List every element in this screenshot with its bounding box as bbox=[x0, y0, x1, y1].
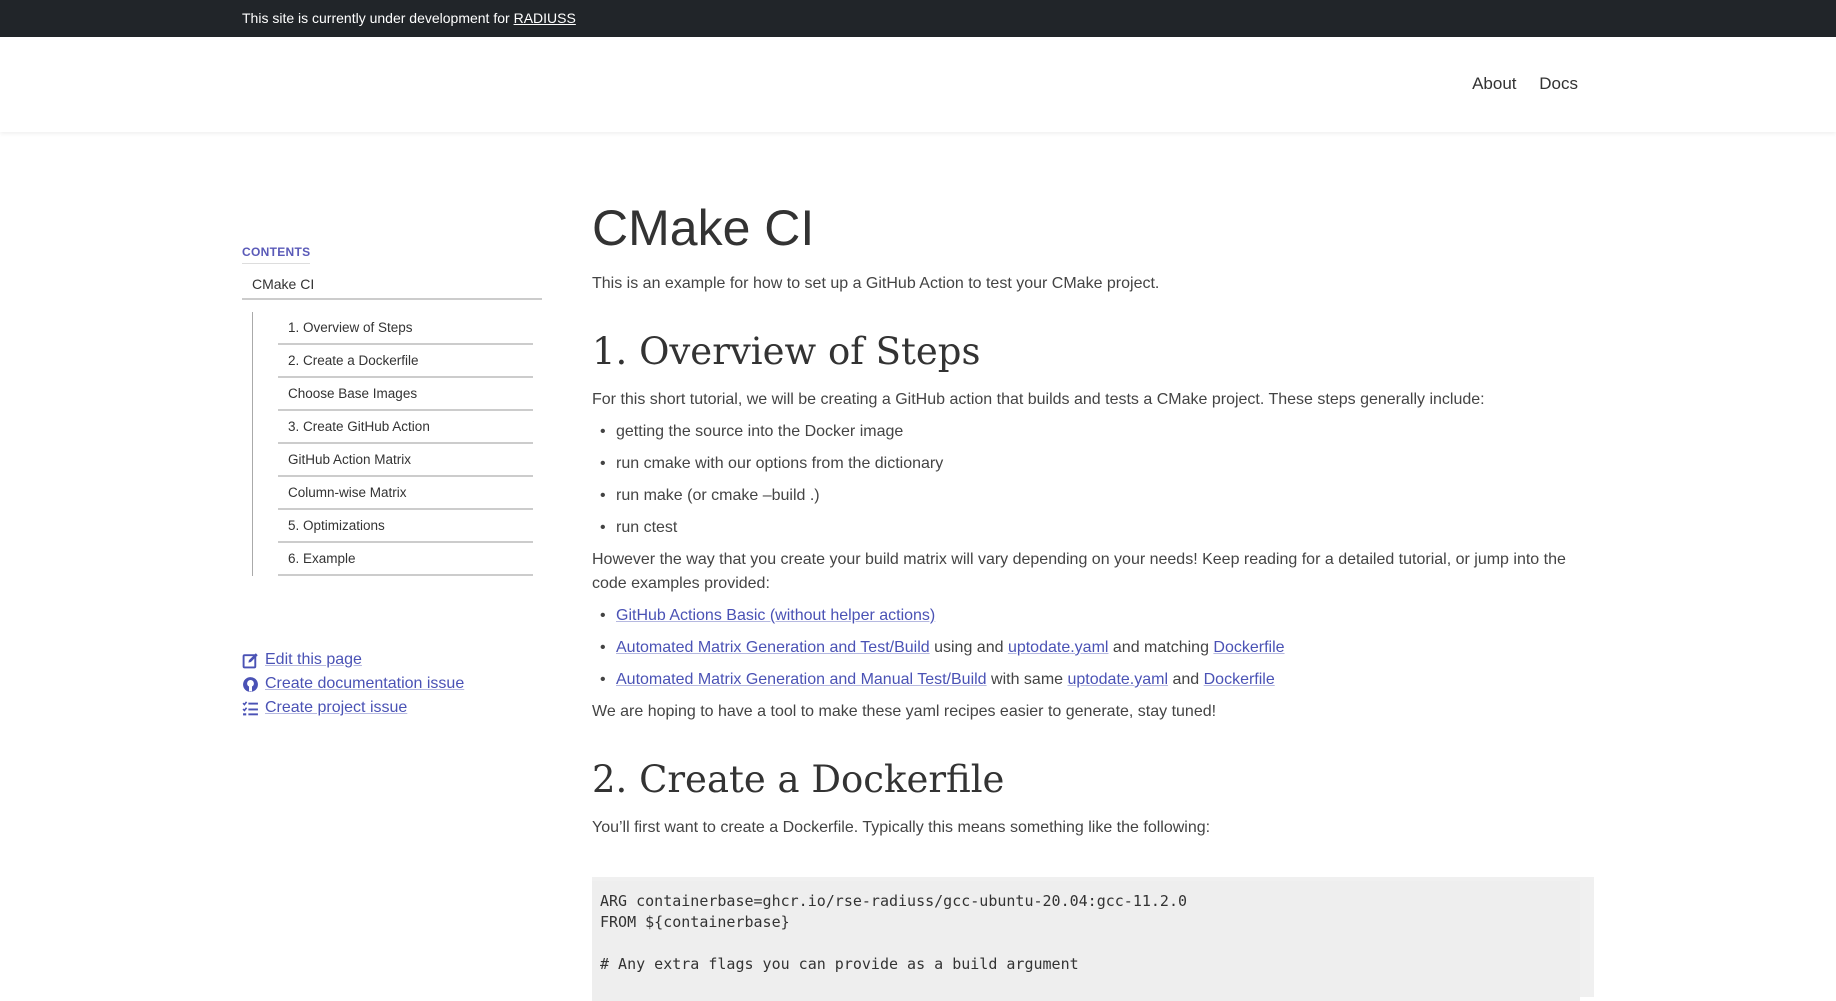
automated-manual-test-build-link[interactable]: Automated Matrix Generation and Manual T… bbox=[616, 671, 987, 688]
code-line: # Any extra flags you can provide as a b… bbox=[600, 955, 1079, 973]
code-line: FROM ${containerbase} bbox=[600, 913, 790, 931]
basic-actions-link[interactable]: GitHub Actions Basic (without helper act… bbox=[616, 607, 935, 624]
radiuss-link[interactable]: RADIUSS bbox=[514, 10, 576, 26]
toc-item-create-dockerfile[interactable]: 2. Create a Dockerfile bbox=[278, 347, 533, 378]
examples-list: GitHub Actions Basic (without helper act… bbox=[592, 600, 1594, 696]
create-project-issue-link[interactable]: Create project issue bbox=[265, 699, 407, 717]
dockerfile-link-2[interactable]: Dockerfile bbox=[1204, 671, 1275, 688]
toc-item-github-action-matrix[interactable]: GitHub Action Matrix bbox=[278, 446, 533, 477]
toc-item-cmake-ci[interactable]: CMake CI bbox=[242, 276, 542, 300]
list-text: and bbox=[1168, 671, 1204, 688]
build-matrix-paragraph: However the way that you create your bui… bbox=[592, 551, 1566, 592]
dockerfile-heading: 2. Create a Dockerfile bbox=[592, 758, 1005, 801]
list-text: using and bbox=[929, 639, 1008, 656]
toc-item-optimizations[interactable]: 5. Optimizations bbox=[278, 512, 533, 543]
edit-page-link[interactable]: Edit this page bbox=[265, 651, 362, 669]
list-text: and matching bbox=[1108, 639, 1214, 656]
dockerfile-paragraph: You’ll first want to create a Dockerfile… bbox=[592, 819, 1211, 836]
table-of-contents: CONTENTS CMake CI 1. Overview of Steps 2… bbox=[242, 243, 542, 578]
page-actions: Edit this page Create documentation issu… bbox=[242, 648, 464, 720]
automated-test-build-link[interactable]: Automated Matrix Generation and Test/Bui… bbox=[616, 639, 930, 656]
toc-item-create-github-action[interactable]: 3. Create GitHub Action bbox=[278, 413, 533, 444]
toc-item-choose-base-images[interactable]: Choose Base Images bbox=[278, 380, 533, 411]
uptodate-yaml-link[interactable]: uptodate.yaml bbox=[1008, 639, 1109, 656]
toc-item-column-wise-matrix[interactable]: Column-wise Matrix bbox=[278, 479, 533, 510]
list-item: GitHub Actions Basic (without helper act… bbox=[592, 600, 1594, 632]
code-line: ARG containerbase=ghcr.io/rse-radiuss/gc… bbox=[600, 892, 1187, 910]
tool-paragraph: We are hoping to have a tool to make the… bbox=[592, 703, 1217, 720]
steps-list: getting the source into the Docker image… bbox=[592, 416, 1594, 544]
edit-icon bbox=[242, 652, 258, 668]
toc-item-example[interactable]: 6. Example bbox=[278, 545, 533, 576]
list-item: run cmake with our options from the dict… bbox=[592, 448, 1594, 480]
uptodate-yaml-link-2[interactable]: uptodate.yaml bbox=[1068, 671, 1169, 688]
dockerfile-link[interactable]: Dockerfile bbox=[1213, 639, 1284, 656]
list-text: with same bbox=[986, 671, 1068, 688]
list-item: getting the source into the Docker image bbox=[592, 416, 1594, 448]
list-item: Automated Matrix Generation and Test/Bui… bbox=[592, 632, 1594, 664]
page-title: CMake CI bbox=[592, 200, 815, 256]
nav-about-link[interactable]: About bbox=[1472, 74, 1516, 93]
navbar: About Docs bbox=[0, 37, 1836, 132]
list-item: run make (or cmake –build .) bbox=[592, 480, 1594, 512]
intro-paragraph: This is an example for how to set up a G… bbox=[592, 275, 1160, 292]
toc-item-overview[interactable]: 1. Overview of Steps bbox=[278, 314, 533, 345]
contents-label: CONTENTS bbox=[242, 245, 311, 264]
create-doc-issue-link[interactable]: Create documentation issue bbox=[265, 675, 464, 693]
toc-sublist: 1. Overview of Steps 2. Create a Dockerf… bbox=[252, 312, 533, 576]
dev-notice-text: This site is currently under development… bbox=[242, 10, 514, 26]
list-item: run ctest bbox=[592, 512, 1594, 544]
code-block: ARG containerbase=ghcr.io/rse-radiuss/gc… bbox=[592, 877, 1594, 1001]
list-item: Automated Matrix Generation and Manual T… bbox=[592, 664, 1594, 696]
overview-paragraph: For this short tutorial, we will be crea… bbox=[592, 391, 1485, 408]
github-icon bbox=[243, 676, 258, 692]
overview-heading: 1. Overview of Steps bbox=[592, 330, 981, 373]
tasks-icon bbox=[242, 700, 258, 715]
main-content: CMake CI This is an example for how to s… bbox=[592, 200, 1594, 840]
dev-notice-bar: This site is currently under development… bbox=[0, 0, 1836, 37]
nav-docs-link[interactable]: Docs bbox=[1539, 74, 1578, 93]
